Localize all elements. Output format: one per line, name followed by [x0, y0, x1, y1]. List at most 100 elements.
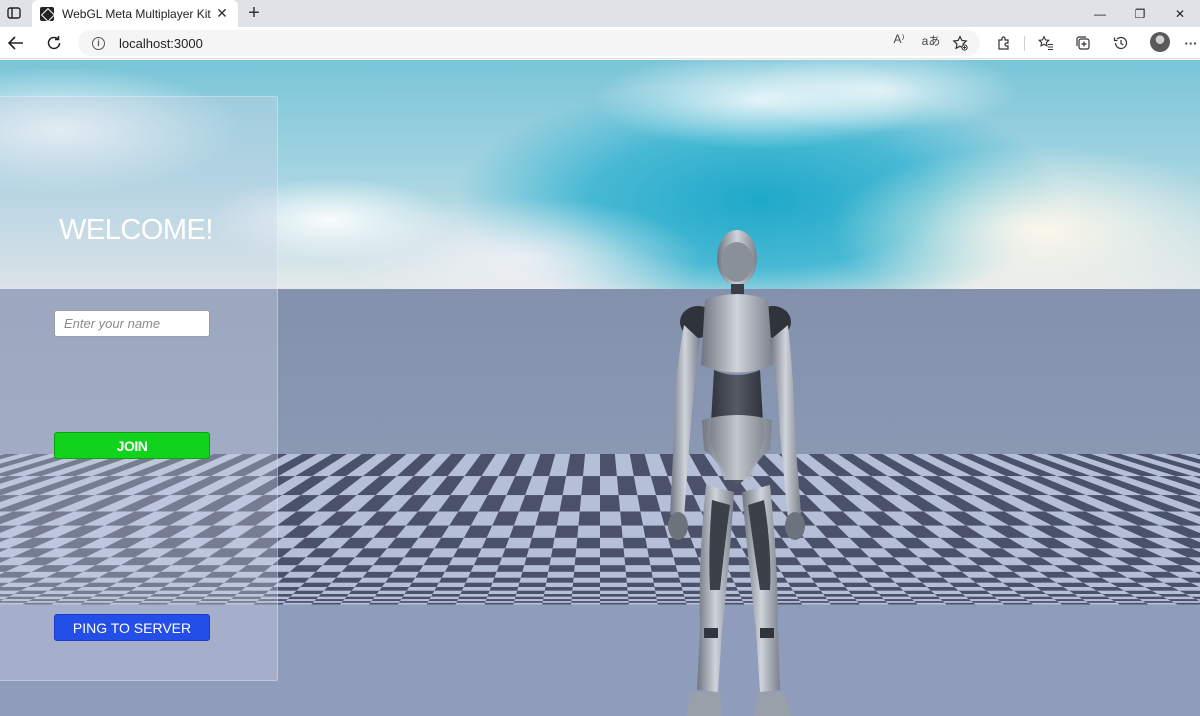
floor-tile [934, 593, 967, 597]
ping-to-server-button[interactable]: PING TO SERVER [54, 614, 210, 641]
floor-tile [868, 582, 900, 588]
floor-tile [990, 593, 1023, 597]
floor-tile [1078, 596, 1111, 600]
welcome-heading: WELCOME! [59, 214, 213, 246]
favorite-add-icon[interactable] [950, 33, 970, 53]
floor-tile [576, 537, 600, 549]
floor-tile [468, 571, 497, 578]
floor-tile [814, 582, 846, 588]
floor-tile [1102, 593, 1135, 597]
address-bar[interactable]: i localhost:3000 [78, 30, 980, 56]
floor-tile [600, 511, 622, 526]
floor-tile [600, 557, 626, 566]
more-icon[interactable]: ··· [1183, 33, 1199, 53]
floor-tile [600, 596, 629, 600]
floor-tile [981, 587, 1014, 591]
translate-icon[interactable]: aあ [920, 32, 942, 48]
floor-tile [1082, 599, 1115, 602]
floor-tile [554, 525, 579, 538]
floor-tile [857, 601, 888, 603]
floor-tile [571, 601, 600, 603]
floor-tile [543, 596, 572, 600]
restore-button[interactable]: ❐ [1120, 0, 1160, 27]
history-icon[interactable] [1111, 33, 1131, 53]
floor-tile [628, 596, 657, 600]
unity-favicon [40, 6, 54, 21]
floor-tile [362, 571, 394, 578]
profile-avatar[interactable] [1150, 32, 1170, 52]
floor-tile [321, 590, 352, 594]
floor-tile [971, 601, 1003, 603]
info-icon[interactable]: i [92, 36, 105, 50]
window-controls: — ❐ ✕ [1080, 0, 1200, 27]
floor-tile [954, 587, 987, 591]
floor-tile [579, 495, 600, 512]
floor-tile [574, 565, 600, 572]
floor-tile [1018, 593, 1051, 597]
floor-tile [621, 525, 646, 538]
floor-tile [858, 602, 889, 605]
floor-tile [1041, 590, 1075, 594]
floor-tile [371, 599, 402, 602]
floor-tile [499, 557, 527, 566]
floor-tile [572, 582, 600, 588]
floor-tile [627, 590, 656, 594]
floor-tile [381, 582, 413, 588]
floor-tile [625, 565, 652, 572]
floor-tile [516, 590, 545, 594]
floor-tile [556, 511, 580, 526]
floor-tile [406, 587, 437, 591]
floor-tile [463, 582, 493, 588]
close-window-button[interactable]: ✕ [1160, 0, 1200, 27]
floor-tile [1171, 601, 1200, 603]
floor-tile [547, 571, 575, 578]
floor-tile [316, 596, 347, 600]
floor-tile [277, 577, 310, 583]
name-input[interactable] [54, 310, 210, 337]
floor-tile [627, 587, 656, 591]
floor-tile [940, 599, 972, 602]
minimize-button[interactable]: — [1080, 0, 1120, 27]
floor-tile [526, 548, 553, 558]
floor-tile [431, 593, 461, 597]
floor-tile [282, 602, 313, 605]
floor-tile [283, 601, 315, 603]
floor-tile [968, 599, 1000, 602]
sidebar-icon[interactable] [4, 4, 24, 22]
floor-tile [1057, 601, 1089, 603]
floor-tile [999, 601, 1031, 603]
new-tab-button[interactable]: + [244, 2, 264, 24]
floor-tile [997, 599, 1029, 602]
floor-tile [494, 571, 523, 578]
close-tab-icon[interactable]: ✕ [214, 5, 230, 22]
floor-tile [851, 593, 882, 597]
floor-tile [485, 599, 515, 602]
floor-tile [600, 454, 617, 477]
floor-tile [575, 548, 600, 558]
floor-tile [574, 557, 600, 566]
floor-tile [531, 525, 557, 538]
floor-tile [520, 571, 549, 578]
floor-tile [1008, 587, 1042, 591]
floor-tile [616, 476, 638, 496]
floor-tile [931, 590, 963, 594]
back-button[interactable] [4, 31, 28, 55]
browser-tab[interactable]: WebGL Meta Multiplayer Kit 202 ✕ [32, 0, 238, 27]
favorites-icon[interactable] [1036, 33, 1056, 53]
read-aloud-icon[interactable]: A⁾ [890, 32, 908, 48]
collections-icon[interactable] [1073, 33, 1093, 53]
floor-tile [441, 571, 471, 578]
extensions-icon[interactable] [994, 33, 1014, 53]
floor-tile [1050, 596, 1083, 600]
floor-tile [465, 577, 495, 583]
floor-tile [583, 454, 600, 477]
floor-tile [573, 571, 600, 578]
join-button[interactable]: JOIN [54, 432, 210, 459]
floor-tile [627, 593, 657, 597]
refresh-button[interactable] [42, 31, 66, 55]
floor-tile [1030, 602, 1062, 605]
floor-tile [878, 593, 910, 597]
floor-tile [937, 596, 969, 600]
floor-tile [542, 599, 572, 602]
floor-tile [571, 599, 600, 602]
